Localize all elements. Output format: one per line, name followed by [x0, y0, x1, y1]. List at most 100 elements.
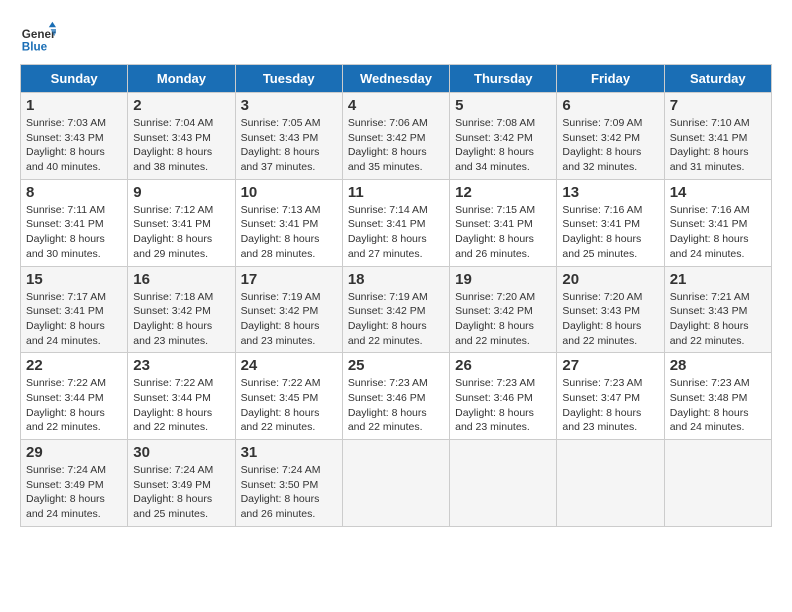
calendar-cell: 9 Sunrise: 7:12 AM Sunset: 3:41 PM Dayli… — [128, 179, 235, 266]
calendar-cell: 26 Sunrise: 7:23 AM Sunset: 3:46 PM Dayl… — [450, 353, 557, 440]
day-number: 19 — [455, 271, 551, 288]
sunrise-text: Sunrise: 7:24 AM — [241, 464, 321, 476]
daylight-text: Daylight: 8 hours and 24 minutes. — [670, 407, 749, 434]
day-number: 24 — [241, 357, 337, 374]
sunset-text: Sunset: 3:44 PM — [26, 392, 104, 404]
sunset-text: Sunset: 3:42 PM — [455, 132, 533, 144]
sunrise-text: Sunrise: 7:22 AM — [26, 377, 106, 389]
day-number: 12 — [455, 184, 551, 201]
daylight-text: Daylight: 8 hours and 26 minutes. — [241, 493, 320, 520]
sunrise-text: Sunrise: 7:23 AM — [348, 377, 428, 389]
sunset-text: Sunset: 3:49 PM — [26, 479, 104, 491]
sunrise-text: Sunrise: 7:09 AM — [562, 117, 642, 129]
sunset-text: Sunset: 3:41 PM — [670, 132, 748, 144]
calendar-cell: 24 Sunrise: 7:22 AM Sunset: 3:45 PM Dayl… — [235, 353, 342, 440]
svg-text:Blue: Blue — [22, 41, 48, 54]
daylight-text: Daylight: 8 hours and 23 minutes. — [455, 407, 534, 434]
day-number: 29 — [26, 444, 122, 461]
daylight-text: Daylight: 8 hours and 34 minutes. — [455, 146, 534, 173]
column-header-thursday: Thursday — [450, 65, 557, 93]
day-number: 11 — [348, 184, 444, 201]
sunrise-text: Sunrise: 7:13 AM — [241, 204, 321, 216]
sunset-text: Sunset: 3:43 PM — [133, 132, 211, 144]
calendar-cell: 7 Sunrise: 7:10 AM Sunset: 3:41 PM Dayli… — [664, 93, 771, 180]
sunset-text: Sunset: 3:42 PM — [348, 132, 426, 144]
column-header-sunday: Sunday — [21, 65, 128, 93]
day-number: 7 — [670, 97, 766, 114]
calendar-cell: 20 Sunrise: 7:20 AM Sunset: 3:43 PM Dayl… — [557, 266, 664, 353]
day-number: 28 — [670, 357, 766, 374]
sunrise-text: Sunrise: 7:03 AM — [26, 117, 106, 129]
sunrise-text: Sunrise: 7:04 AM — [133, 117, 213, 129]
calendar-cell: 29 Sunrise: 7:24 AM Sunset: 3:49 PM Dayl… — [21, 440, 128, 527]
day-number: 18 — [348, 271, 444, 288]
day-number: 8 — [26, 184, 122, 201]
sunset-text: Sunset: 3:43 PM — [670, 305, 748, 317]
sunrise-text: Sunrise: 7:11 AM — [26, 204, 105, 216]
calendar-cell: 28 Sunrise: 7:23 AM Sunset: 3:48 PM Dayl… — [664, 353, 771, 440]
sunrise-text: Sunrise: 7:23 AM — [455, 377, 535, 389]
daylight-text: Daylight: 8 hours and 31 minutes. — [670, 146, 749, 173]
calendar-cell: 10 Sunrise: 7:13 AM Sunset: 3:41 PM Dayl… — [235, 179, 342, 266]
day-number: 9 — [133, 184, 229, 201]
column-header-friday: Friday — [557, 65, 664, 93]
sunrise-text: Sunrise: 7:22 AM — [241, 377, 321, 389]
daylight-text: Daylight: 8 hours and 23 minutes. — [241, 320, 320, 347]
calendar-cell — [450, 440, 557, 527]
day-number: 10 — [241, 184, 337, 201]
calendar-cell: 25 Sunrise: 7:23 AM Sunset: 3:46 PM Dayl… — [342, 353, 449, 440]
calendar-cell: 27 Sunrise: 7:23 AM Sunset: 3:47 PM Dayl… — [557, 353, 664, 440]
sunset-text: Sunset: 3:41 PM — [562, 218, 640, 230]
calendar-cell: 6 Sunrise: 7:09 AM Sunset: 3:42 PM Dayli… — [557, 93, 664, 180]
column-header-monday: Monday — [128, 65, 235, 93]
daylight-text: Daylight: 8 hours and 23 minutes. — [562, 407, 641, 434]
sunset-text: Sunset: 3:41 PM — [133, 218, 211, 230]
calendar-cell: 18 Sunrise: 7:19 AM Sunset: 3:42 PM Dayl… — [342, 266, 449, 353]
daylight-text: Daylight: 8 hours and 22 minutes. — [348, 407, 427, 434]
calendar-cell: 31 Sunrise: 7:24 AM Sunset: 3:50 PM Dayl… — [235, 440, 342, 527]
sunrise-text: Sunrise: 7:24 AM — [133, 464, 213, 476]
sunset-text: Sunset: 3:41 PM — [26, 305, 104, 317]
sunrise-text: Sunrise: 7:22 AM — [133, 377, 213, 389]
calendar-row: 29 Sunrise: 7:24 AM Sunset: 3:49 PM Dayl… — [21, 440, 772, 527]
sunset-text: Sunset: 3:43 PM — [26, 132, 104, 144]
sunrise-text: Sunrise: 7:19 AM — [241, 291, 321, 303]
daylight-text: Daylight: 8 hours and 22 minutes. — [348, 320, 427, 347]
calendar-row: 22 Sunrise: 7:22 AM Sunset: 3:44 PM Dayl… — [21, 353, 772, 440]
column-header-tuesday: Tuesday — [235, 65, 342, 93]
sunrise-text: Sunrise: 7:16 AM — [562, 204, 642, 216]
sunset-text: Sunset: 3:42 PM — [562, 132, 640, 144]
sunrise-text: Sunrise: 7:15 AM — [455, 204, 535, 216]
sunset-text: Sunset: 3:46 PM — [348, 392, 426, 404]
calendar-cell: 17 Sunrise: 7:19 AM Sunset: 3:42 PM Dayl… — [235, 266, 342, 353]
sunset-text: Sunset: 3:44 PM — [133, 392, 211, 404]
sunrise-text: Sunrise: 7:24 AM — [26, 464, 106, 476]
daylight-text: Daylight: 8 hours and 22 minutes. — [26, 407, 105, 434]
calendar-cell — [342, 440, 449, 527]
calendar-cell: 19 Sunrise: 7:20 AM Sunset: 3:42 PM Dayl… — [450, 266, 557, 353]
sunset-text: Sunset: 3:42 PM — [133, 305, 211, 317]
column-header-wednesday: Wednesday — [342, 65, 449, 93]
sunrise-text: Sunrise: 7:23 AM — [670, 377, 750, 389]
sunset-text: Sunset: 3:45 PM — [241, 392, 319, 404]
svg-text:General: General — [22, 28, 56, 41]
calendar-cell: 1 Sunrise: 7:03 AM Sunset: 3:43 PM Dayli… — [21, 93, 128, 180]
day-number: 30 — [133, 444, 229, 461]
sunset-text: Sunset: 3:50 PM — [241, 479, 319, 491]
day-number: 26 — [455, 357, 551, 374]
sunset-text: Sunset: 3:41 PM — [241, 218, 319, 230]
day-number: 31 — [241, 444, 337, 461]
calendar-cell: 15 Sunrise: 7:17 AM Sunset: 3:41 PM Dayl… — [21, 266, 128, 353]
daylight-text: Daylight: 8 hours and 22 minutes. — [562, 320, 641, 347]
sunset-text: Sunset: 3:42 PM — [455, 305, 533, 317]
sunset-text: Sunset: 3:46 PM — [455, 392, 533, 404]
day-number: 1 — [26, 97, 122, 114]
calendar-row: 15 Sunrise: 7:17 AM Sunset: 3:41 PM Dayl… — [21, 266, 772, 353]
calendar-cell — [664, 440, 771, 527]
daylight-text: Daylight: 8 hours and 25 minutes. — [133, 493, 212, 520]
calendar-cell: 2 Sunrise: 7:04 AM Sunset: 3:43 PM Dayli… — [128, 93, 235, 180]
day-number: 3 — [241, 97, 337, 114]
daylight-text: Daylight: 8 hours and 27 minutes. — [348, 233, 427, 260]
sunrise-text: Sunrise: 7:19 AM — [348, 291, 428, 303]
day-number: 13 — [562, 184, 658, 201]
